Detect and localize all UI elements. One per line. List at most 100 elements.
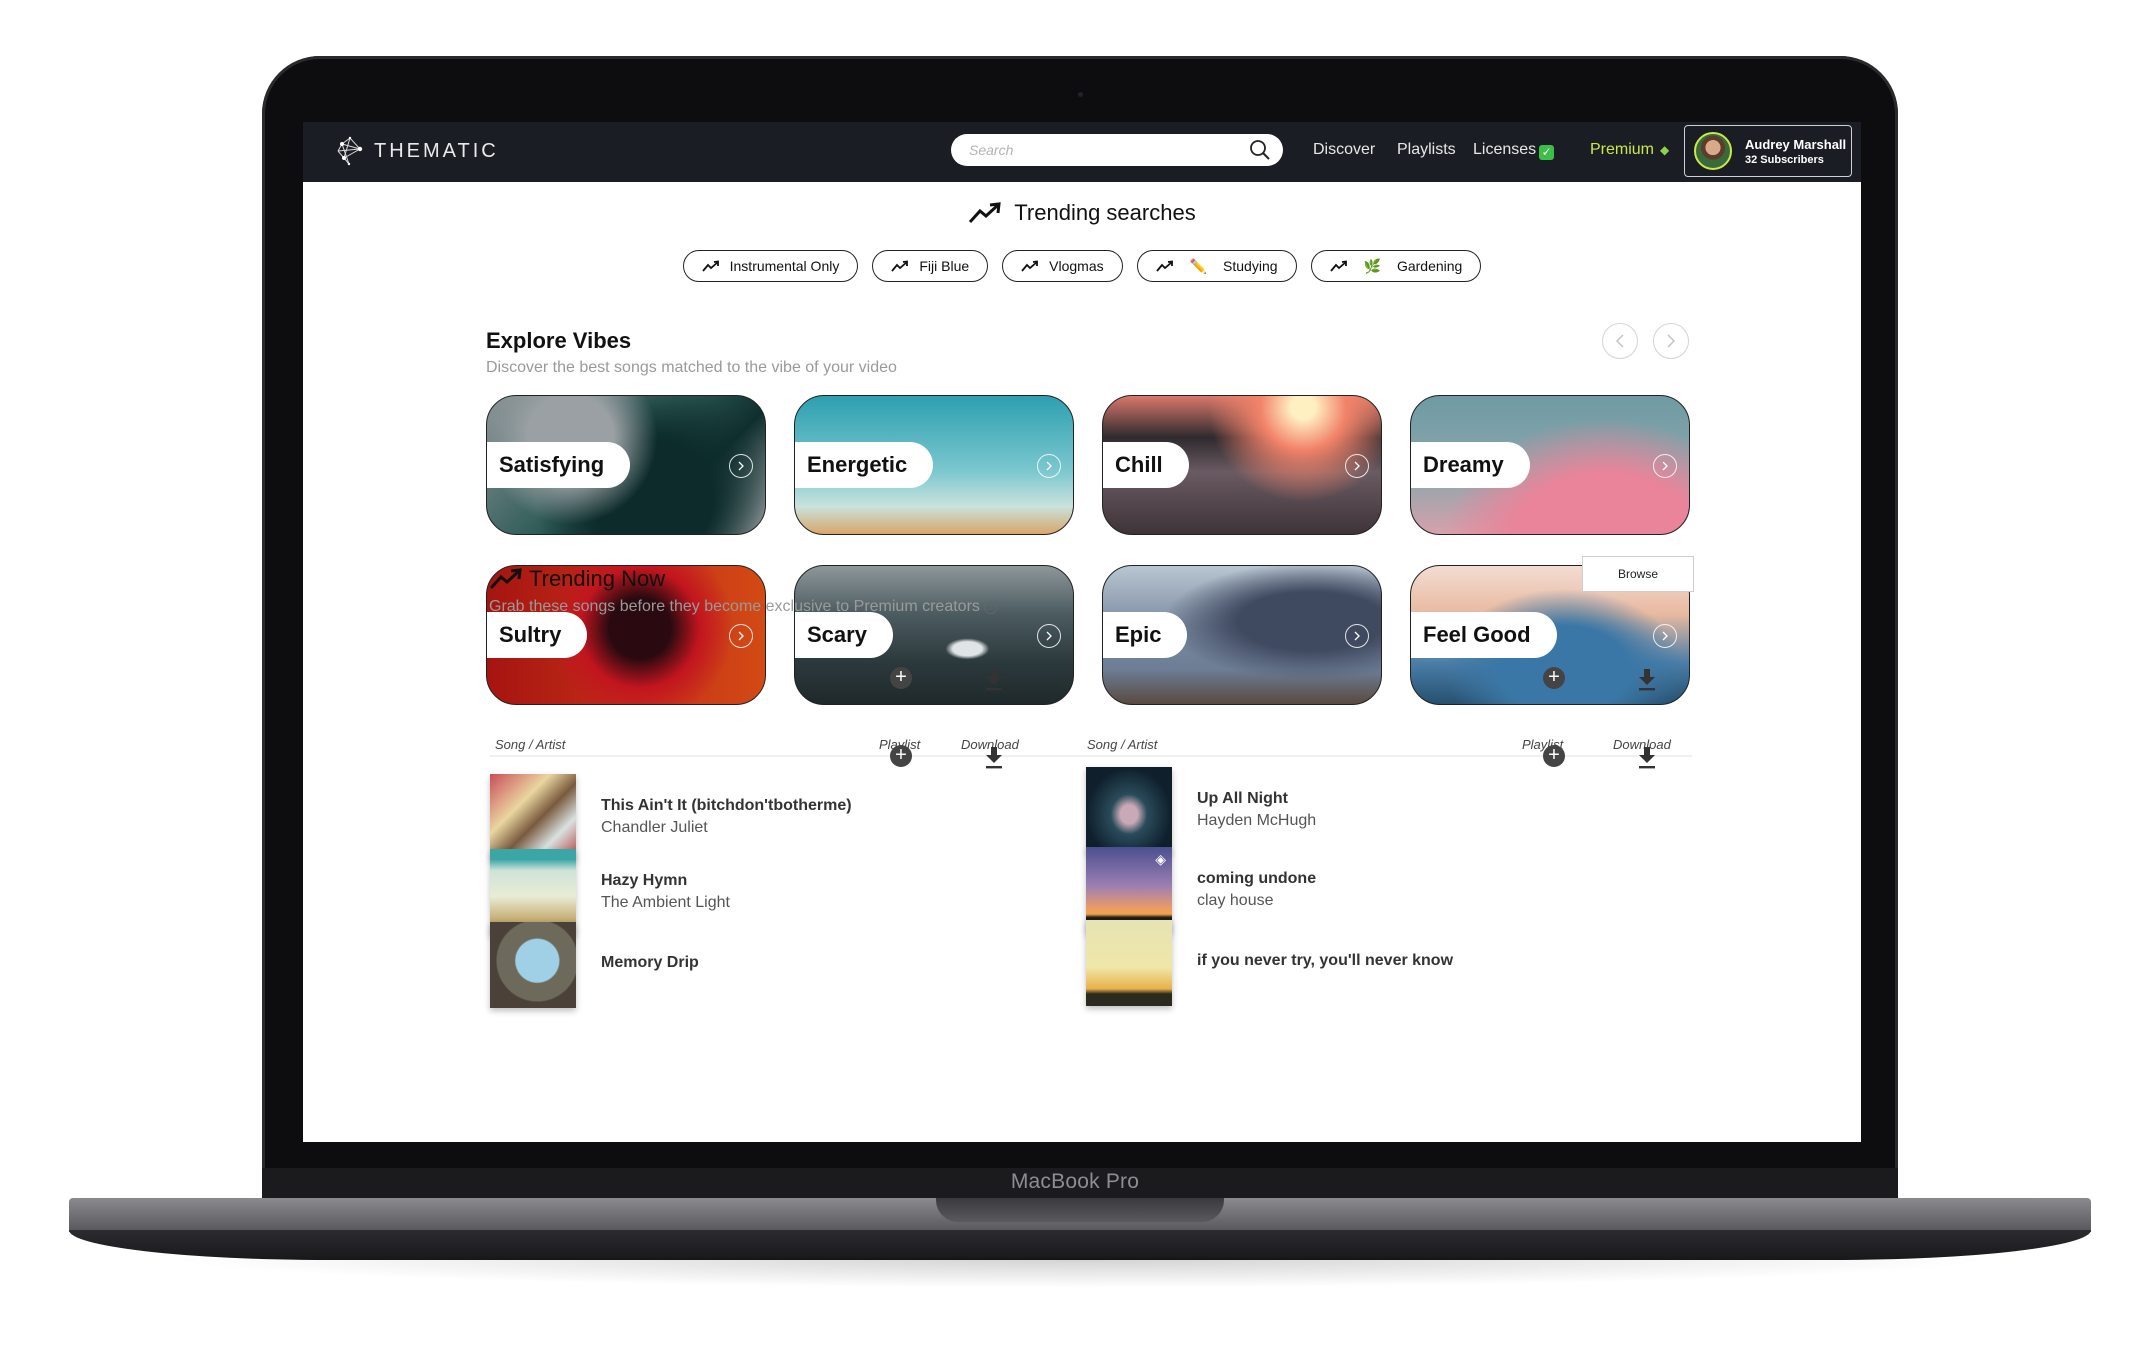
trending-searches-heading: Trending searches xyxy=(303,200,1861,226)
vibe-card-chill[interactable]: Chill xyxy=(1102,395,1382,535)
nav-premium-label: Premium xyxy=(1590,141,1655,158)
chevron-right-circle-icon[interactable] xyxy=(1653,454,1677,478)
trending-now-subtitle: Grab these songs before they become excl… xyxy=(489,598,980,615)
nav-discover[interactable]: Discover xyxy=(1313,141,1375,159)
track-title: coming undone xyxy=(1197,870,1317,887)
nav-licenses[interactable]: Licenses ✓ xyxy=(1473,141,1555,160)
chevron-right-circle-icon[interactable] xyxy=(1653,624,1677,648)
vibe-label: Sultry xyxy=(487,612,588,658)
vibe-label: Dreamy xyxy=(1411,442,1530,488)
add-to-playlist-button[interactable]: + xyxy=(890,745,912,767)
chip-studying[interactable]: ✏️ Studying xyxy=(1136,250,1297,282)
chip-vlogmas[interactable]: Vlogmas xyxy=(1002,250,1123,282)
pencil-icon: ✏️ xyxy=(1189,257,1208,274)
trending-now-heading: Trending Now xyxy=(489,566,665,592)
laptop-shadow xyxy=(160,1258,2000,1288)
vibe-label: Epic xyxy=(1103,612,1188,658)
brand-logo[interactable]: THEMATIC xyxy=(336,136,499,166)
laptop-notch xyxy=(936,1198,1224,1222)
vibes-next-button[interactable] xyxy=(1653,323,1689,359)
track-artist: Chandler Juliet xyxy=(601,819,708,836)
brand-name: THEMATIC xyxy=(374,139,499,162)
browse-button[interactable]: Browse xyxy=(1582,556,1694,592)
download-icon[interactable] xyxy=(1637,745,1657,769)
add-to-playlist-button[interactable]: + xyxy=(1543,667,1565,689)
table-header-divider xyxy=(490,755,1692,757)
chevron-right-circle-icon[interactable] xyxy=(1037,454,1061,478)
track-title: if you never try, you'll never know xyxy=(1197,952,1454,969)
chevron-right-icon xyxy=(1667,334,1676,348)
search-bar xyxy=(951,134,1283,166)
album-cover xyxy=(490,774,576,860)
laptop-base-bottom xyxy=(69,1230,2091,1260)
track-artist: clay house xyxy=(1197,892,1274,909)
vibe-label: Scary xyxy=(795,612,893,658)
chip-gardening[interactable]: 🌿 Gardening xyxy=(1310,250,1482,282)
search-input[interactable] xyxy=(967,141,1241,159)
track-row[interactable]: if you never try, you'll never know xyxy=(1086,920,1453,1006)
col-header-song-artist: Song / Artist xyxy=(1087,737,1158,752)
chevron-right-circle-icon[interactable] xyxy=(729,454,753,478)
trending-icon xyxy=(701,260,719,272)
album-cover xyxy=(1086,767,1172,853)
chevron-right-circle-icon[interactable] xyxy=(729,624,753,648)
vibe-label: Energetic xyxy=(795,442,934,488)
chip-label: Studying xyxy=(1223,258,1278,274)
profile-name: Audrey Marshall xyxy=(1745,136,1847,152)
vibe-label: Chill xyxy=(1103,442,1189,488)
vibe-card-satisfying[interactable]: Satisfying xyxy=(486,395,766,535)
track-title: Memory Drip xyxy=(601,954,699,971)
trending-icon xyxy=(1155,260,1173,272)
info-icon[interactable]: i xyxy=(983,600,997,614)
album-cover xyxy=(490,922,576,1008)
thematic-logo-icon xyxy=(337,136,363,166)
device-label: MacBook Pro xyxy=(1010,1170,1140,1193)
track-title: Up All Night xyxy=(1197,790,1288,807)
explore-vibes-subtitle: Discover the best songs matched to the v… xyxy=(486,359,897,376)
download-icon[interactable] xyxy=(984,667,1004,691)
vibes-prev-button[interactable] xyxy=(1602,323,1638,359)
navbar: THEMATIC Discover Playlists Licenses✓ Pr… xyxy=(303,122,1861,182)
chip-instrumental-only[interactable]: Instrumental Only xyxy=(682,250,859,282)
trending-icon xyxy=(1329,260,1347,272)
track-title: Hazy Hymn xyxy=(601,872,688,889)
vibe-card-scary[interactable]: Scary xyxy=(794,565,1074,705)
chevron-right-circle-icon[interactable] xyxy=(1037,624,1061,648)
track-row[interactable]: Memory Drip xyxy=(490,922,699,1008)
add-to-playlist-button[interactable]: + xyxy=(890,667,912,689)
col-header-song-artist: Song / Artist xyxy=(495,737,566,752)
chip-label: Gardening xyxy=(1396,258,1463,274)
trending-searches-title: Trending searches xyxy=(1014,200,1196,225)
album-cover xyxy=(1086,920,1172,1006)
vibe-card-epic[interactable]: Epic xyxy=(1102,565,1382,705)
chevron-right-circle-icon[interactable] xyxy=(1345,624,1369,648)
camera-icon xyxy=(1078,92,1083,97)
nav-premium[interactable]: Premium ◆ xyxy=(1590,141,1669,159)
check-icon: ✓ xyxy=(1539,145,1555,160)
gem-icon: ◆ xyxy=(1660,143,1670,157)
chip-label: Instrumental Only xyxy=(729,258,840,274)
premium-gem-icon: ◈ xyxy=(1155,851,1166,867)
trending-chips: Instrumental Only Fiji Blue Vlogmas ✏️ S… xyxy=(303,250,1861,282)
trending-now-subtitle-row: Grab these songs before they become excl… xyxy=(489,598,997,616)
track-row[interactable]: This Ain't It (bitchdon'tbotherme) Chandl… xyxy=(490,774,852,860)
profile-button[interactable]: Audrey Marshall 32 Subscribers xyxy=(1684,125,1852,177)
nav-playlists[interactable]: Playlists xyxy=(1397,141,1456,159)
track-row[interactable]: Up All Night Hayden McHugh xyxy=(1086,767,1316,853)
avatar xyxy=(1694,132,1732,170)
download-icon[interactable] xyxy=(1637,667,1657,691)
vibe-card-dreamy[interactable]: Dreamy xyxy=(1410,395,1690,535)
vibe-label: Satisfying xyxy=(487,442,631,488)
vibe-label: Feel Good xyxy=(1411,612,1557,658)
search-icon[interactable] xyxy=(1249,139,1271,161)
herb-icon: 🌿 xyxy=(1363,257,1381,274)
chip-label: Fiji Blue xyxy=(919,258,970,274)
vibe-card-energetic[interactable]: Energetic xyxy=(794,395,1074,535)
chevron-right-circle-icon[interactable] xyxy=(1345,454,1369,478)
chip-fiji-blue[interactable]: Fiji Blue xyxy=(872,250,989,282)
track-artist: The Ambient Light xyxy=(601,894,730,911)
track-title: This Ain't It (bitchdon'tbotherme) xyxy=(601,797,852,814)
nav-licenses-label: Licenses xyxy=(1473,141,1537,158)
add-to-playlist-button[interactable]: + xyxy=(1543,745,1565,767)
download-icon[interactable] xyxy=(984,745,1004,769)
